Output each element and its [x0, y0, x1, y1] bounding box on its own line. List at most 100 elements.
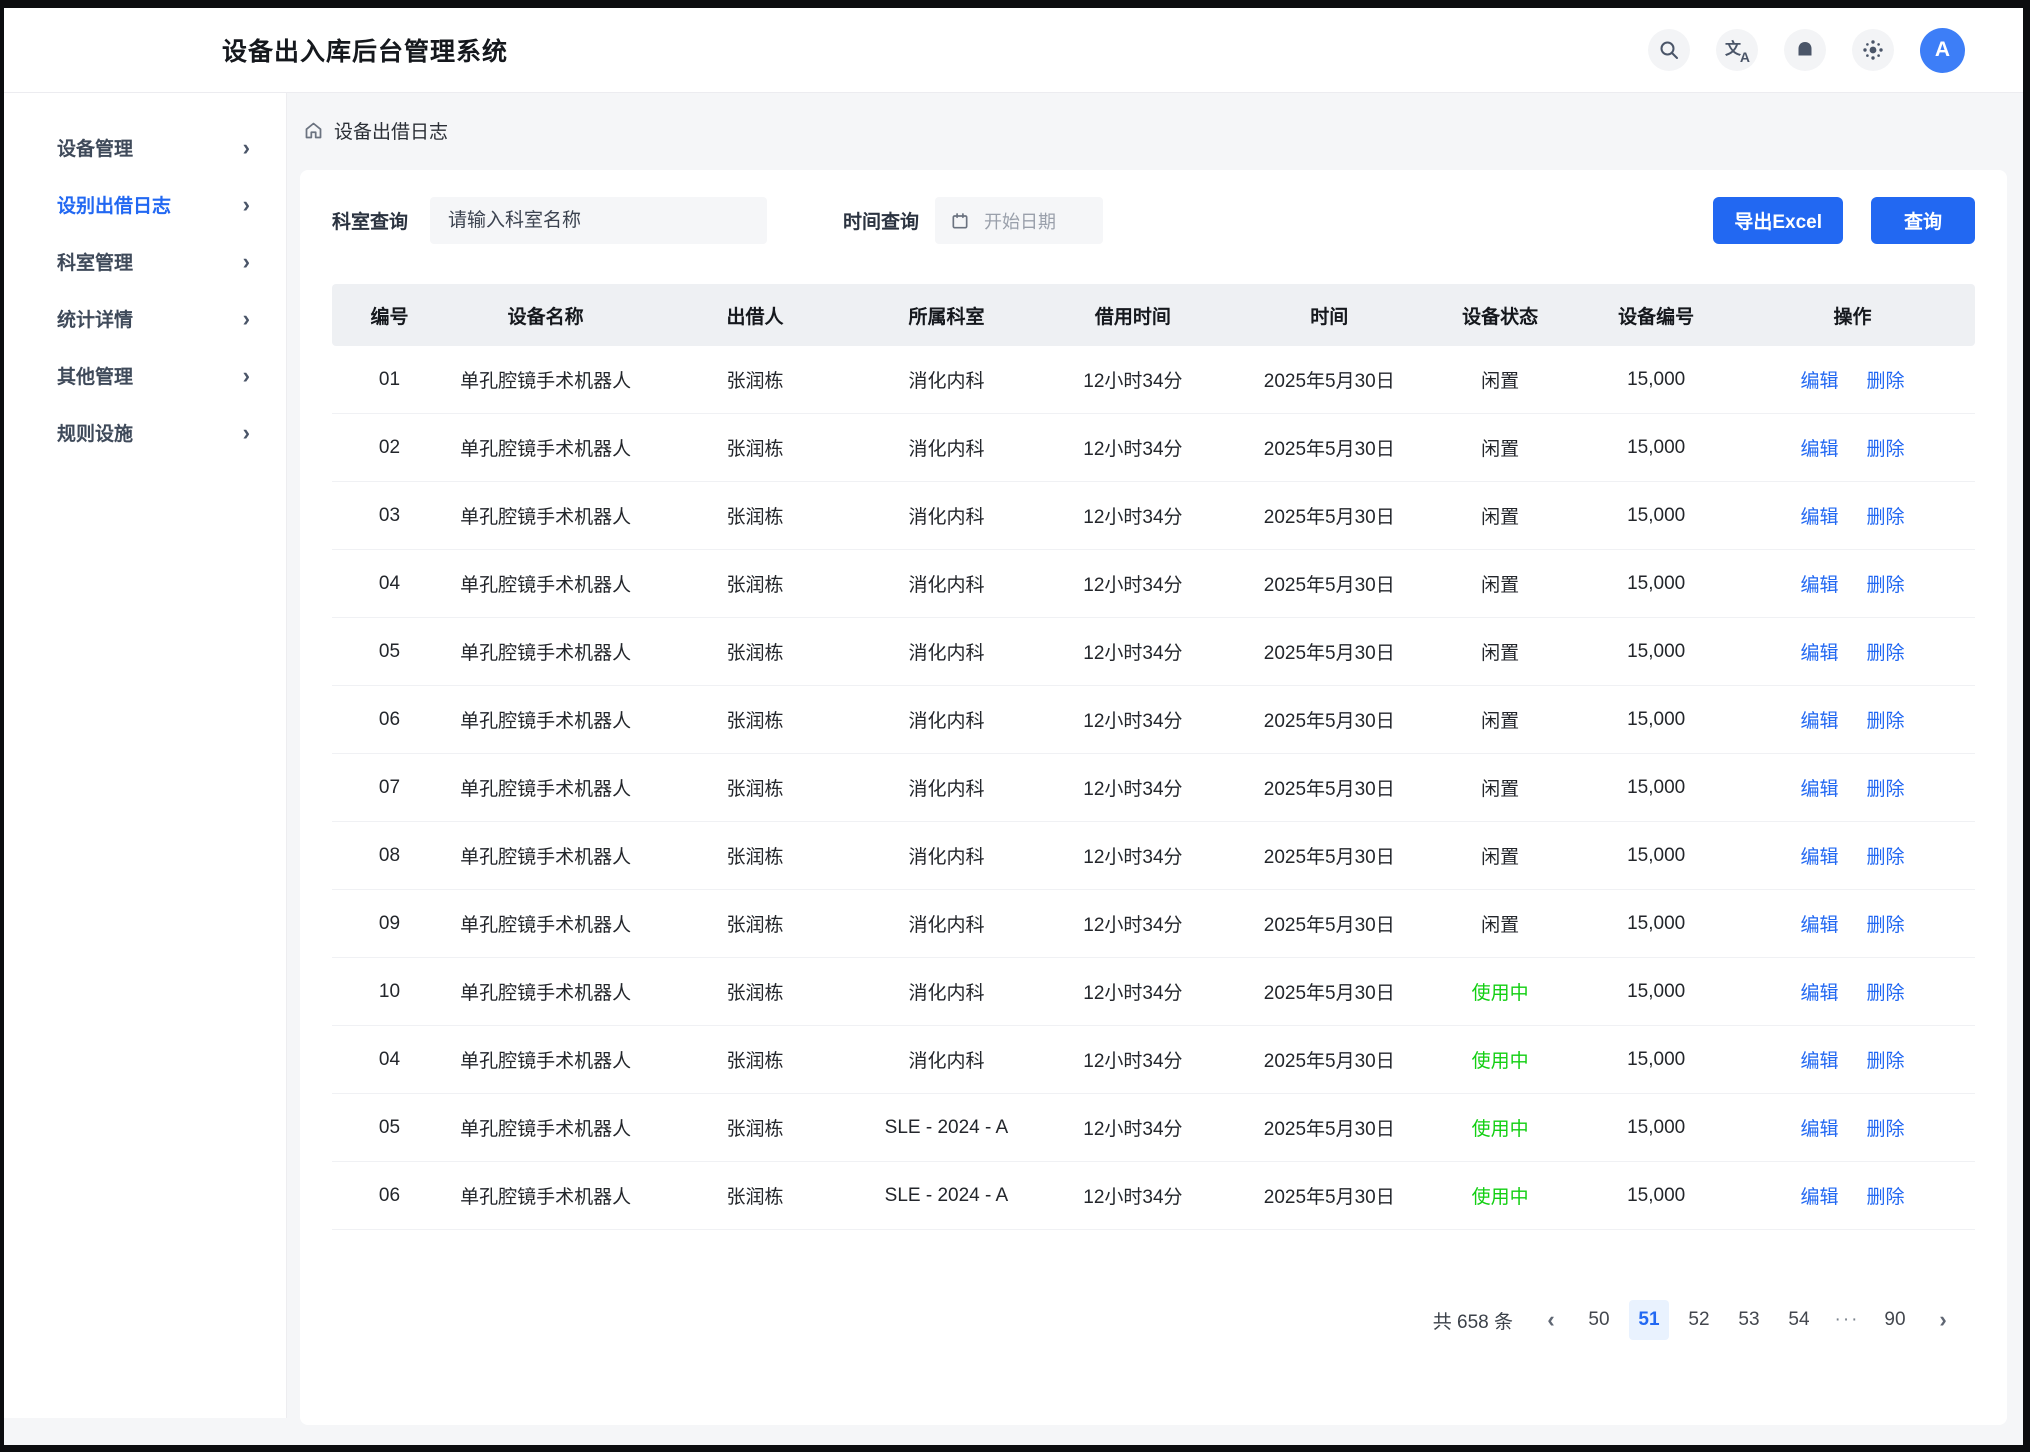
theme-icon	[1861, 38, 1885, 62]
cell-status: 使用中	[1420, 1046, 1581, 1073]
table-header-row: 编号设备名称出借人所属科室借用时间时间设备状态设备编号操作	[332, 284, 1975, 346]
delete-link[interactable]: 删除	[1867, 983, 1905, 1004]
prev-page-icon[interactable]: ‹	[1533, 1300, 1569, 1340]
sidebar-item-label: 统计详情	[57, 305, 133, 332]
edit-link[interactable]: 编辑	[1800, 983, 1838, 1004]
cell-status: 闲置	[1420, 638, 1581, 665]
notification-icon	[1793, 38, 1817, 62]
cell-department: 消化内科	[866, 638, 1027, 665]
page-number-51[interactable]: 51	[1629, 1300, 1669, 1340]
edit-link[interactable]: 编辑	[1800, 575, 1838, 596]
search-button[interactable]	[1648, 29, 1690, 71]
edit-link[interactable]: 编辑	[1800, 371, 1838, 392]
cell-date: 2025年5月30日	[1239, 1046, 1420, 1073]
table-row: 02单孔腔镜手术机器人张润栋消化内科12小时34分2025年5月30日闲置15,…	[332, 414, 1975, 482]
next-page-icon[interactable]: ›	[1925, 1300, 1961, 1340]
edit-link[interactable]: 编辑	[1800, 711, 1838, 732]
delete-link[interactable]: 删除	[1867, 371, 1905, 392]
cell-department: 消化内科	[866, 502, 1027, 529]
edit-link[interactable]: 编辑	[1800, 439, 1838, 460]
sidebar-item-1[interactable]: 设别出借日志›	[4, 176, 286, 233]
edit-link[interactable]: 编辑	[1800, 507, 1838, 528]
start-date-picker[interactable]: 开始日期	[935, 197, 1103, 244]
cell-id: 04	[332, 1049, 447, 1071]
pagination: 共 658 条 ‹ 5051525354 ··· 90 ›	[332, 1300, 1975, 1340]
delete-link[interactable]: 删除	[1867, 439, 1905, 460]
delete-link[interactable]: 删除	[1867, 507, 1905, 528]
delete-link[interactable]: 删除	[1867, 915, 1905, 936]
chevron-right-icon: ›	[243, 308, 250, 330]
cell-id: 06	[332, 709, 447, 731]
table-row: 06单孔腔镜手术机器人张润栋消化内科12小时34分2025年5月30日闲置15,…	[332, 686, 1975, 754]
export-excel-button[interactable]: 导出Excel	[1713, 197, 1843, 244]
cell-date: 2025年5月30日	[1239, 570, 1420, 597]
edit-link[interactable]: 编辑	[1800, 847, 1838, 868]
theme-button[interactable]	[1852, 29, 1894, 71]
edit-link[interactable]: 编辑	[1800, 779, 1838, 800]
page-number-50[interactable]: 50	[1579, 1300, 1619, 1340]
cell-status: 闲置	[1420, 842, 1581, 869]
cell-status: 闲置	[1420, 434, 1581, 461]
page-number-52[interactable]: 52	[1679, 1300, 1719, 1340]
cell-duration: 12小时34分	[1027, 1046, 1239, 1073]
delete-link[interactable]: 删除	[1867, 1119, 1905, 1140]
calendar-icon	[950, 211, 970, 231]
cell-date: 2025年5月30日	[1239, 774, 1420, 801]
dept-search-input[interactable]	[430, 197, 767, 244]
cell-device-code: 15,000	[1581, 1117, 1732, 1139]
cell-id: 05	[332, 641, 447, 663]
translate-button[interactable]: 文A	[1716, 29, 1758, 71]
edit-link[interactable]: 编辑	[1800, 1051, 1838, 1072]
cell-device-name: 单孔腔镜手术机器人	[447, 1114, 644, 1141]
edit-link[interactable]: 编辑	[1800, 1187, 1838, 1208]
cell-date: 2025年5月30日	[1239, 1114, 1420, 1141]
cell-device-code: 15,000	[1581, 1185, 1732, 1207]
delete-link[interactable]: 删除	[1867, 1051, 1905, 1072]
cell-id: 04	[332, 573, 447, 595]
cell-department: SLE - 2024 - A	[866, 1117, 1027, 1139]
sidebar-item-5[interactable]: 规则设施›	[4, 404, 286, 461]
query-button[interactable]: 查询	[1871, 197, 1975, 244]
delete-link[interactable]: 删除	[1867, 1187, 1905, 1208]
sidebar-item-0[interactable]: 设备管理›	[4, 119, 286, 176]
chevron-right-icon: ›	[243, 365, 250, 387]
sidebar-item-4[interactable]: 其他管理›	[4, 347, 286, 404]
cell-actions: 编辑 删除	[1732, 570, 1974, 597]
delete-link[interactable]: 删除	[1867, 779, 1905, 800]
delete-link[interactable]: 删除	[1867, 643, 1905, 664]
delete-link[interactable]: 删除	[1867, 711, 1905, 732]
table-row: 09单孔腔镜手术机器人张润栋消化内科12小时34分2025年5月30日闲置15,…	[332, 890, 1975, 958]
cell-department: 消化内科	[866, 842, 1027, 869]
notification-button[interactable]	[1784, 29, 1826, 71]
edit-link[interactable]: 编辑	[1800, 1119, 1838, 1140]
cell-department: 消化内科	[866, 910, 1027, 937]
delete-link[interactable]: 删除	[1867, 847, 1905, 868]
sidebar-item-2[interactable]: 科室管理›	[4, 233, 286, 290]
cell-device-name: 单孔腔镜手术机器人	[447, 638, 644, 665]
cell-actions: 编辑 删除	[1732, 706, 1974, 733]
pagination-total: 共 658 条	[1433, 1307, 1513, 1334]
content-card: 科室查询 时间查询 开始日期 导出Excel 查询	[300, 170, 2007, 1425]
page-number-last[interactable]: 90	[1875, 1300, 1915, 1340]
cell-duration: 12小时34分	[1027, 366, 1239, 393]
cell-lender: 张润栋	[644, 366, 866, 393]
delete-link[interactable]: 删除	[1867, 575, 1905, 596]
cell-duration: 12小时34分	[1027, 502, 1239, 529]
page-number-54[interactable]: 54	[1779, 1300, 1819, 1340]
app-title: 设备出入库后台管理系统	[222, 32, 508, 68]
user-avatar[interactable]: A	[1920, 28, 1965, 73]
cell-device-code: 15,000	[1581, 777, 1732, 799]
cell-actions: 编辑 删除	[1732, 502, 1974, 529]
cell-id: 09	[332, 913, 447, 935]
cell-duration: 12小时34分	[1027, 1114, 1239, 1141]
sidebar-item-3[interactable]: 统计详情 ›	[4, 290, 286, 347]
cell-actions: 编辑 删除	[1732, 842, 1974, 869]
cell-device-code: 15,000	[1581, 505, 1732, 527]
cell-department: 消化内科	[866, 366, 1027, 393]
edit-link[interactable]: 编辑	[1800, 643, 1838, 664]
sidebar-nav: 设备管理›设别出借日志›科室管理›统计详情›其他管理›规则设施›	[4, 93, 287, 1418]
page-number-53[interactable]: 53	[1729, 1300, 1769, 1340]
edit-link[interactable]: 编辑	[1800, 915, 1838, 936]
cell-duration: 12小时34分	[1027, 842, 1239, 869]
chevron-right-icon: ›	[243, 251, 250, 273]
